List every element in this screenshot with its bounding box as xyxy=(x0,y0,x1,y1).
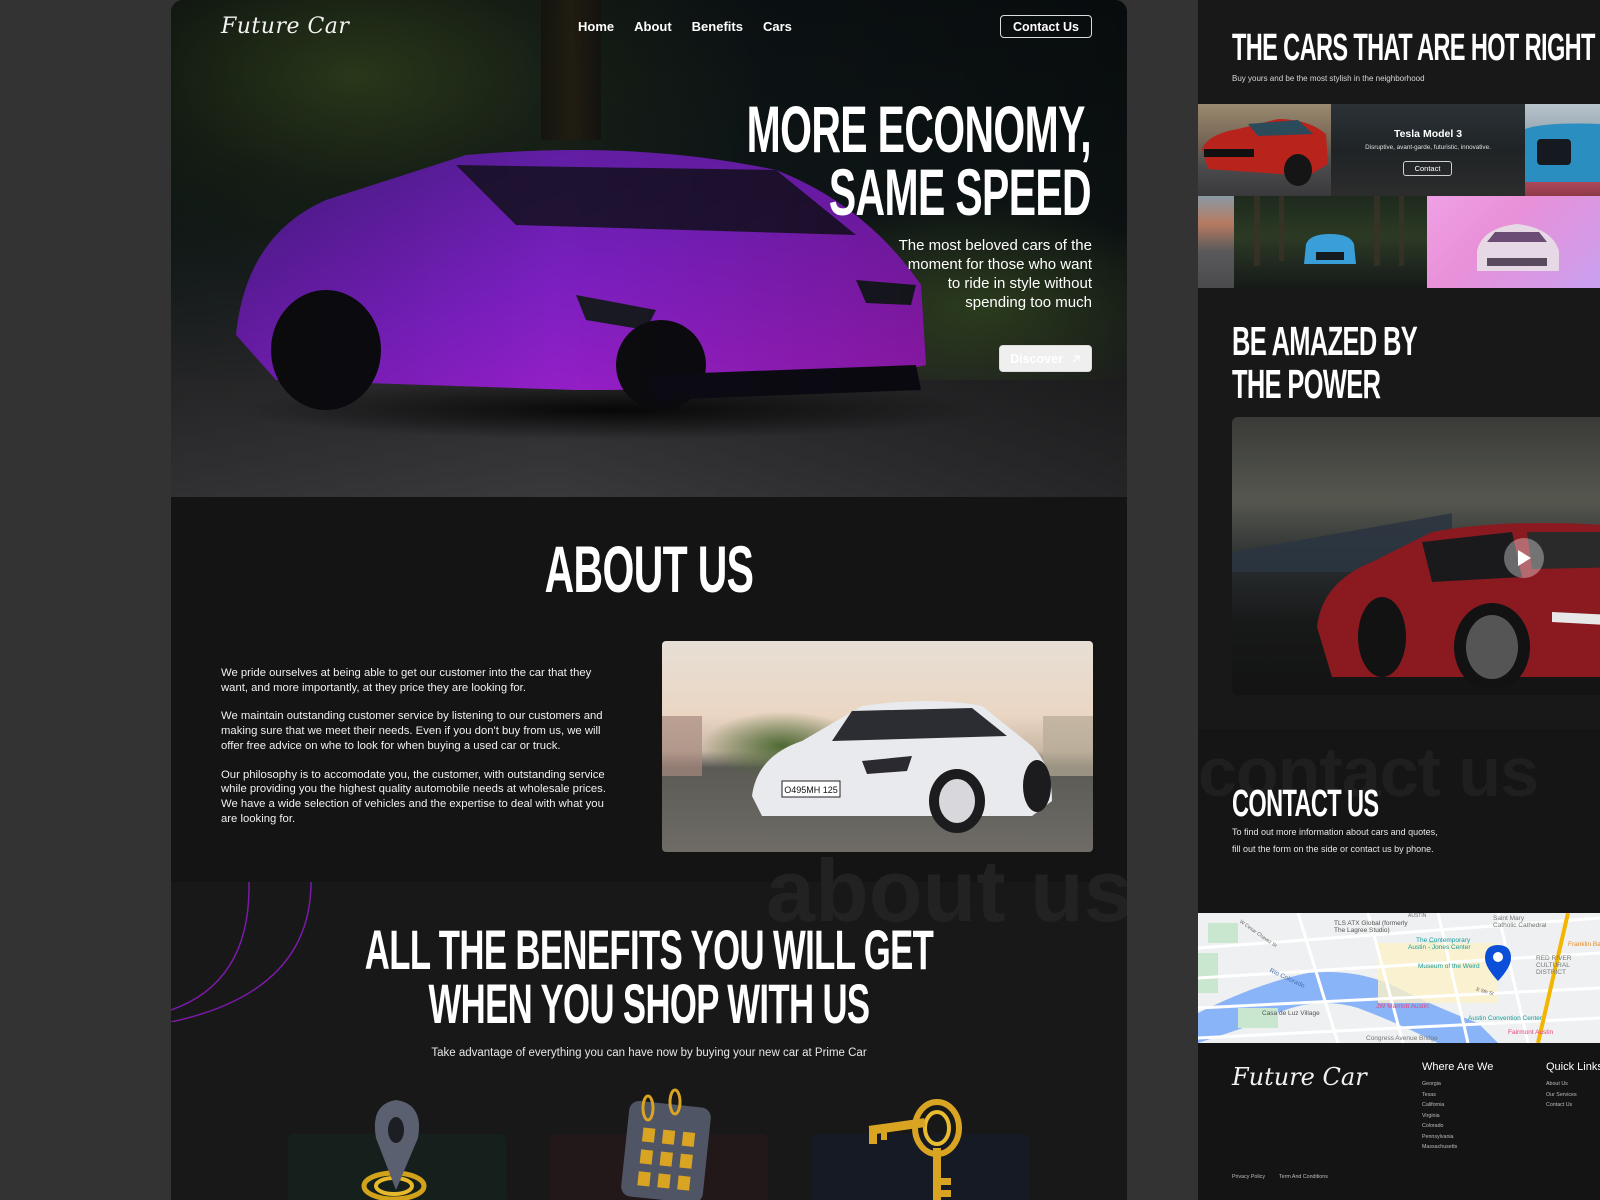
license-plate: O495MH 125 xyxy=(784,785,838,795)
featured-car-description: Disruptive, avant-garde, futuristic, inn… xyxy=(1365,144,1491,151)
footer-location[interactable]: Georgia xyxy=(1422,1079,1493,1090)
nav-link-home[interactable]: Home xyxy=(578,19,614,34)
car-tile-mustang[interactable] xyxy=(1198,104,1331,196)
calendar-icon xyxy=(621,1088,711,1200)
footer-link[interactable]: About Us xyxy=(1546,1079,1600,1090)
map-label: The Lagree Studio) xyxy=(1334,927,1390,934)
hero-title-line-1: More Economy, xyxy=(746,92,1092,166)
contact-subtitle-line-1: To find out more information about cars … xyxy=(1232,827,1438,837)
discover-button-label: Discover xyxy=(1010,351,1063,366)
map-label: Saint Mary xyxy=(1493,915,1525,922)
play-button[interactable] xyxy=(1504,538,1544,578)
map-label: Congress Avenue Bridge xyxy=(1366,1035,1438,1042)
contact-subtitle: To find out more information about cars … xyxy=(1232,824,1472,857)
map-label: JW Marriott Austin xyxy=(1376,1003,1429,1010)
contact-us-button[interactable]: Contact Us xyxy=(1000,15,1092,38)
footer-link[interactable]: Contact Us xyxy=(1546,1100,1600,1111)
discover-button[interactable]: Discover xyxy=(999,345,1092,372)
red-audi-r8-image xyxy=(1317,523,1600,687)
map-label: Fairmont Austin xyxy=(1508,1029,1554,1036)
car-tile-bmw[interactable] xyxy=(1234,196,1427,288)
location-pin-icon xyxy=(361,1100,427,1200)
about-car-image: O495MH 125 xyxy=(662,641,1093,852)
location-map[interactable]: TLS ATX Global (formerly The Lagree Stud… xyxy=(1198,913,1600,1043)
footer-location[interactable]: Pennsylvania xyxy=(1422,1132,1493,1143)
featured-car-card[interactable]: Tesla Model 3 Disruptive, avant-garde, f… xyxy=(1331,104,1525,196)
hot-cars-title: The cars that are hot right now xyxy=(1232,27,1600,69)
benefits-title: All the benefits you will get when you s… xyxy=(353,918,946,1036)
white-porsche-image xyxy=(1477,224,1559,271)
map-label: AUSTIN xyxy=(1408,913,1427,919)
footer-where-column: Where Are We Georgia Texas California Vi… xyxy=(1422,1061,1493,1153)
hot-cars-subtitle: Buy yours and be the most stylish in the… xyxy=(1232,74,1425,83)
benefits-subtitle: Take advantage of everything you can hav… xyxy=(431,1047,867,1059)
hero-section: Future Car Home About Benefits Cars Cont… xyxy=(171,0,1127,514)
map-label: Austin Convention Center xyxy=(1468,1015,1543,1022)
footer-location[interactable]: Virginia xyxy=(1422,1111,1493,1122)
footer: Future Car Where Are We Georgia Texas Ca… xyxy=(1198,1043,1600,1200)
about-paragraph: We maintain outstanding customer service… xyxy=(221,710,603,752)
hero-title-line-2: Same Speed xyxy=(828,154,1092,229)
footer-location[interactable]: Colorado xyxy=(1422,1121,1493,1132)
footer-location[interactable]: Texas xyxy=(1422,1090,1493,1101)
landing-page-main: Future Car Home About Benefits Cars Cont… xyxy=(171,0,1127,1200)
power-title-line-2: the power xyxy=(1232,361,1381,408)
main-nav: Home About Benefits Cars xyxy=(578,19,792,34)
map-label: DISTRICT xyxy=(1536,969,1566,976)
power-title: Be amazed by the power xyxy=(1232,318,1418,408)
hero-title: More Economy, Same Speed xyxy=(719,92,1092,229)
map-label: Museum of the Weird xyxy=(1418,963,1480,970)
contact-title: Contact Us xyxy=(1232,783,1379,825)
brand-logo[interactable]: Future Car xyxy=(221,14,349,39)
keys-icon xyxy=(868,1099,962,1200)
map-label: Franklin Ba xyxy=(1568,941,1600,948)
footer-location[interactable]: California xyxy=(1422,1100,1493,1111)
map-label: Catholic Cathedral xyxy=(1493,922,1547,929)
footer-links-column: Quick Links About Us Our Services Contac… xyxy=(1546,1061,1600,1111)
map-label: Austin - Jones Center xyxy=(1408,944,1471,951)
about-paragraph: We pride ourselves at being able to get … xyxy=(221,667,592,694)
blue-audi-image xyxy=(1525,123,1600,182)
featured-car-contact-button[interactable]: Contact xyxy=(1403,161,1452,176)
footer-where-title: Where Are We xyxy=(1422,1061,1494,1073)
contact-subtitle-line-2: fill out the form on the side or contact… xyxy=(1232,843,1434,854)
footer-location[interactable]: Massachusetts xyxy=(1422,1142,1493,1153)
arrow-up-right-icon xyxy=(1072,354,1080,362)
benefits-title-line-1: All the benefits you will get xyxy=(364,918,934,981)
map-pin-icon[interactable] xyxy=(1485,945,1511,981)
decorative-arc xyxy=(171,882,312,1022)
power-video-player[interactable] xyxy=(1232,417,1600,695)
car-tile-partial[interactable] xyxy=(1198,196,1234,288)
map-label: The Contemporary xyxy=(1416,937,1471,944)
footer-links-title: Quick Links xyxy=(1546,1061,1600,1073)
car-tile-porsche[interactable] xyxy=(1427,196,1600,288)
footer-logo[interactable]: Future Car xyxy=(1232,1063,1367,1091)
about-title: About Us xyxy=(544,532,754,606)
map-label: CULTURAL xyxy=(1536,962,1570,969)
map-label: RED RIVER xyxy=(1536,955,1572,962)
map-label: Casa de Luz Village xyxy=(1262,1010,1320,1017)
nav-link-about[interactable]: About xyxy=(634,19,672,34)
map-label: TLS ATX Global (formerly xyxy=(1334,920,1408,927)
car-tile-audi[interactable] xyxy=(1525,104,1600,196)
footer-link[interactable]: Our Services xyxy=(1546,1090,1600,1101)
terms-link[interactable]: Term And Conditions xyxy=(1279,1174,1328,1180)
about-paragraph: Our philosophy is to accomodate you, the… xyxy=(221,768,606,825)
white-car-illustration: O495MH 125 xyxy=(752,701,1052,833)
featured-car-name: Tesla Model 3 xyxy=(1393,128,1463,140)
hero-subtitle: The most beloved cars of the moment for … xyxy=(898,237,1092,311)
power-title-line-1: Be amazed by xyxy=(1232,318,1418,364)
benefits-title-line-2: when you shop with us xyxy=(428,972,871,1036)
landing-page-secondary: The cars that are hot right now Buy your… xyxy=(1198,0,1600,1200)
about-text: We pride ourselves at being able to get … xyxy=(221,666,611,840)
red-muscle-car-image xyxy=(1202,119,1328,186)
play-icon xyxy=(1518,550,1531,566)
blue-bmw-image xyxy=(1254,196,1404,266)
nav-link-benefits[interactable]: Benefits xyxy=(692,19,743,34)
nav-link-cars[interactable]: Cars xyxy=(763,19,792,34)
footer-bottom-links: Privacy Policy Term And Conditions xyxy=(1232,1174,1328,1180)
privacy-policy-link[interactable]: Privacy Policy xyxy=(1232,1174,1265,1180)
about-image-building xyxy=(662,716,702,776)
